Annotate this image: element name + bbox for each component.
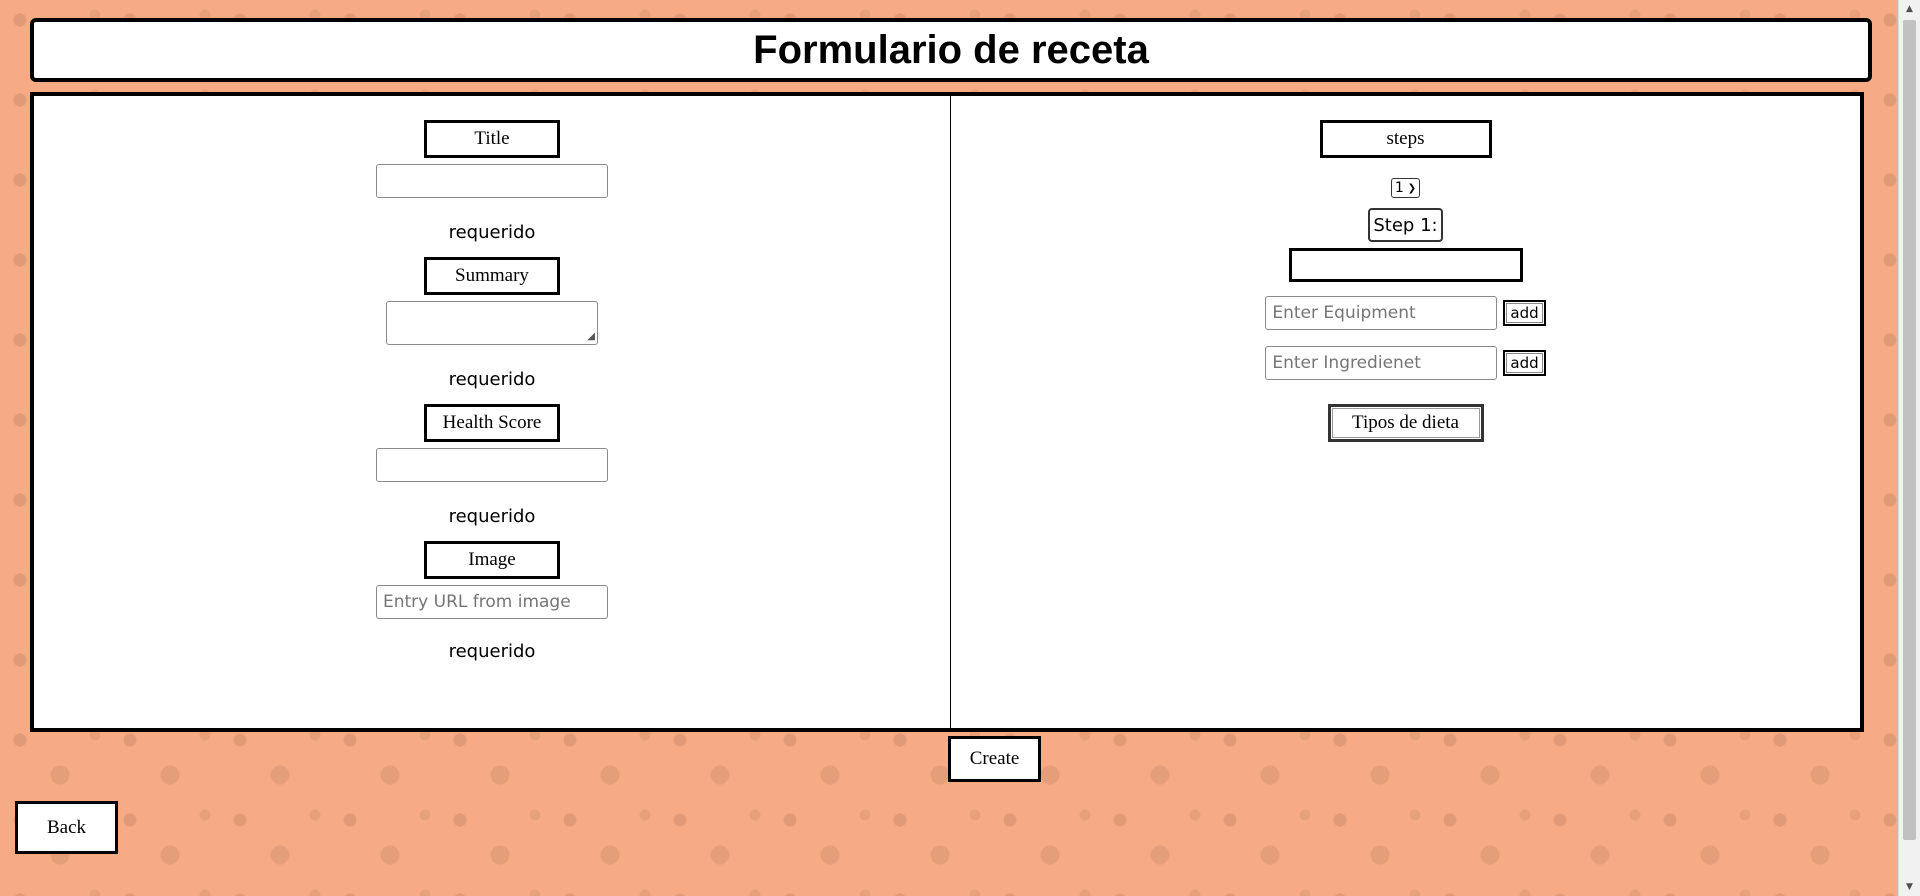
scroll-down-icon[interactable]: ▼ <box>1899 878 1920 896</box>
ingredient-row: add <box>1265 346 1546 380</box>
chevron-down-icon: ❯ <box>1407 182 1417 194</box>
ingredient-input[interactable] <box>1265 346 1498 380</box>
summary-required-message: requerido <box>448 369 536 390</box>
summary-textarea[interactable]: ◢ <box>386 301 598 345</box>
equipment-row: add <box>1265 296 1546 330</box>
health-score-label: Health Score <box>424 404 560 442</box>
page-scrollbar[interactable]: ▲ ▼ <box>1898 0 1920 896</box>
summary-label: Summary <box>424 257 560 295</box>
step-1-label: Step 1: <box>1368 208 1443 242</box>
recipe-form: Title requerido Summary ◢ requerido Heal… <box>30 92 1864 732</box>
resize-grip-icon[interactable]: ◢ <box>587 332 595 342</box>
diet-types-button[interactable]: Tipos de dieta <box>1327 404 1484 442</box>
health-score-required-message: requerido <box>448 506 536 527</box>
image-url-input[interactable] <box>376 585 608 619</box>
steps-count-value: 1 <box>1394 180 1404 196</box>
form-right-column: steps 1 ❯ Step 1: add add Tipos de dieta <box>951 96 1860 728</box>
scroll-up-icon[interactable]: ▲ <box>1899 0 1920 18</box>
page-header: Formulario de receta <box>30 18 1872 82</box>
add-ingredient-button[interactable]: add <box>1503 350 1546 376</box>
back-button[interactable]: Back <box>15 801 118 854</box>
page-title: Formulario de receta <box>753 27 1149 72</box>
steps-label: steps <box>1319 120 1492 158</box>
add-equipment-button[interactable]: add <box>1503 300 1546 326</box>
title-required-message: requerido <box>448 222 536 243</box>
form-left-column: Title requerido Summary ◢ requerido Heal… <box>34 96 950 728</box>
create-button[interactable]: Create <box>948 736 1041 782</box>
scrollbar-thumb[interactable] <box>1903 20 1916 840</box>
image-label: Image <box>424 541 560 579</box>
equipment-input[interactable] <box>1265 296 1498 330</box>
title-label: Title <box>424 120 560 158</box>
steps-count-select[interactable]: 1 ❯ <box>1390 178 1421 198</box>
image-required-message: requerido <box>448 641 536 662</box>
health-score-input[interactable] <box>376 448 608 482</box>
step-1-input[interactable] <box>1288 248 1523 282</box>
title-input[interactable] <box>376 164 608 198</box>
